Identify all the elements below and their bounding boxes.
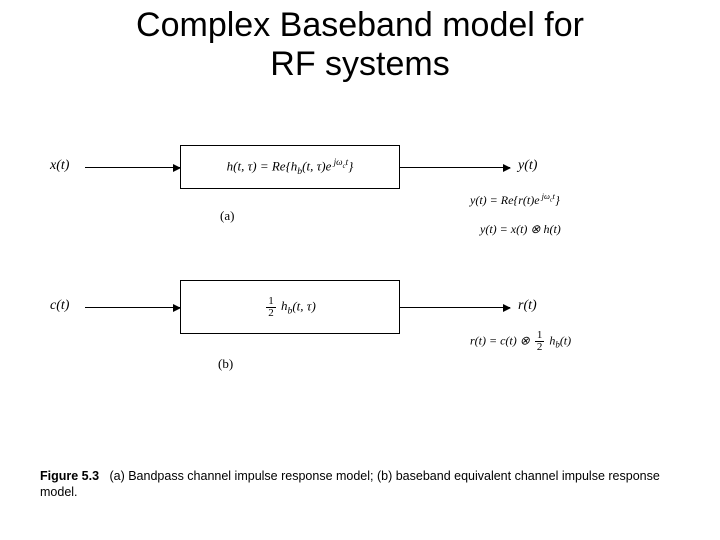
block-a: h(t, τ) = Re{hb(t, τ)e jωct}: [180, 145, 400, 189]
block-b-content: 12 hb(t, τ): [264, 296, 316, 319]
subfig-b-label: (b): [218, 356, 233, 372]
title-line-1: Complex Baseband model for: [136, 6, 584, 44]
arrow-b-in: [85, 307, 180, 308]
diagram-area: x(t) h(t, τ) = Re{hb(t, τ)e jωct} y(t) (…: [40, 130, 680, 480]
equation-b1: r(t) = c(t) ⊗ 12 hb(t): [470, 330, 571, 353]
arrow-b-out: [400, 307, 510, 308]
title-line-2: RF systems: [270, 45, 449, 83]
equation-a1: y(t) = Re{r(t)e jωct}: [470, 192, 560, 208]
slide-title: Complex Baseband model for RF systems: [0, 0, 720, 84]
arrow-a-in: [85, 167, 180, 168]
block-a-content: h(t, τ) = Re{hb(t, τ)e jωct}: [227, 157, 354, 177]
arrow-a-out: [400, 167, 510, 168]
input-a-label: x(t): [50, 158, 69, 174]
block-b: 12 hb(t, τ): [180, 280, 400, 334]
caption-text: (a) Bandpass channel impulse response mo…: [40, 469, 660, 499]
input-b-label: c(t): [50, 298, 69, 314]
figure-number: Figure 5.3: [40, 469, 99, 483]
output-a-label: y(t): [518, 158, 537, 174]
subfig-a-label: (a): [220, 208, 234, 224]
output-b-label: r(t): [518, 298, 537, 314]
equation-a2: y(t) = x(t) ⊗ h(t): [480, 222, 561, 237]
figure-caption: Figure 5.3 (a) Bandpass channel impulse …: [40, 468, 680, 501]
